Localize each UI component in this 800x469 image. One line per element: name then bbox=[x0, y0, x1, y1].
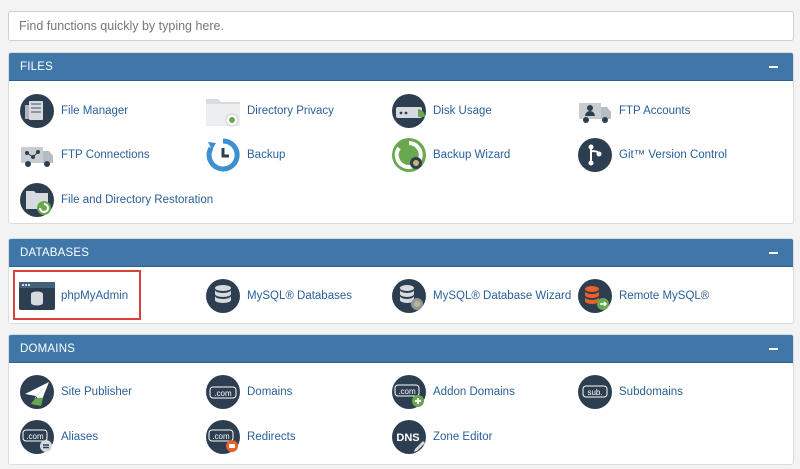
disk-usage-label: Disk Usage bbox=[433, 105, 492, 117]
search-bar bbox=[8, 11, 794, 41]
ftp-accounts-link[interactable]: FTP Accounts bbox=[577, 92, 690, 130]
directory-privacy-label: Directory Privacy bbox=[247, 105, 334, 117]
git-version-control-label: Git™ Version Control bbox=[619, 149, 728, 161]
com-text: .com bbox=[214, 389, 232, 398]
backup-icon bbox=[206, 138, 240, 172]
file-manager-link[interactable]: File Manager bbox=[19, 92, 128, 130]
com-text: .com bbox=[212, 432, 230, 441]
git-version-control-link[interactable]: Git™ Version Control bbox=[577, 136, 727, 174]
redirects-icon: .com bbox=[206, 420, 240, 454]
com-text: .com bbox=[26, 432, 44, 441]
phpmyadmin-label: phpMyAdmin bbox=[61, 290, 129, 302]
site-publisher-label: Site Publisher bbox=[61, 386, 132, 398]
file-restoration-link[interactable]: File and Directory Restoration bbox=[19, 181, 213, 219]
remote-mysql-label: Remote MySQL® bbox=[619, 290, 710, 302]
aliases-label: Aliases bbox=[61, 431, 99, 443]
com-text: .com bbox=[398, 387, 416, 396]
zone-editor-link[interactable]: DNS Zone Editor bbox=[391, 418, 492, 456]
zone-editor-label: Zone Editor bbox=[433, 431, 493, 443]
domains-collapse-button[interactable] bbox=[765, 341, 781, 357]
search-input[interactable] bbox=[8, 11, 794, 41]
minus-icon bbox=[768, 65, 778, 68]
addon-domains-label: Addon Domains bbox=[433, 386, 515, 398]
subdomains-link[interactable]: sub. Subdomains bbox=[577, 373, 683, 411]
backup-wizard-icon bbox=[392, 138, 426, 172]
files-collapse-button[interactable] bbox=[765, 59, 781, 75]
backup-link[interactable]: Backup bbox=[205, 136, 285, 174]
mysql-databases-icon bbox=[206, 279, 240, 313]
site-publisher-link[interactable]: Site Publisher bbox=[19, 373, 132, 411]
ftp-accounts-icon bbox=[579, 103, 611, 123]
zone-editor-icon: DNS bbox=[392, 420, 426, 454]
domains-title: DOMAINS bbox=[20, 342, 76, 355]
redirects-link[interactable]: .com Redirects bbox=[205, 418, 296, 456]
files-panel: FILES File Manager Directory Privacy Dis… bbox=[8, 52, 794, 224]
ftp-connections-icon bbox=[21, 147, 53, 167]
site-publisher-icon bbox=[20, 375, 54, 409]
ftp-accounts-label: FTP Accounts bbox=[619, 105, 691, 117]
files-header[interactable]: FILES bbox=[9, 53, 793, 81]
domains-icon: .com bbox=[206, 375, 240, 409]
redirects-label: Redirects bbox=[247, 431, 296, 443]
domains-header[interactable]: DOMAINS bbox=[9, 335, 793, 363]
domains-panel: DOMAINS Site Publisher .com Domains .com… bbox=[8, 334, 794, 465]
addon-domains-icon: .com bbox=[392, 375, 426, 409]
directory-privacy-icon bbox=[206, 99, 240, 127]
sub-text: sub. bbox=[587, 388, 602, 397]
remote-mysql-link[interactable]: Remote MySQL® bbox=[577, 277, 709, 315]
mysql-databases-label: MySQL® Databases bbox=[247, 290, 352, 302]
restoration-icon bbox=[20, 183, 54, 217]
minus-icon bbox=[768, 251, 778, 254]
backup-label: Backup bbox=[247, 149, 286, 161]
file-manager-icon bbox=[20, 94, 54, 128]
directory-privacy-link[interactable]: Directory Privacy bbox=[205, 92, 334, 130]
dns-text: DNS bbox=[396, 432, 419, 444]
phpmyadmin-icon bbox=[19, 282, 55, 310]
disk-usage-link[interactable]: Disk Usage bbox=[391, 92, 492, 130]
databases-header[interactable]: DATABASES bbox=[9, 239, 793, 267]
databases-title: DATABASES bbox=[20, 246, 90, 259]
domains-link[interactable]: .com Domains bbox=[205, 373, 292, 411]
mysql-databases-link[interactable]: MySQL® Databases bbox=[205, 277, 352, 315]
addon-domains-link[interactable]: .com Addon Domains bbox=[391, 373, 515, 411]
git-icon bbox=[578, 138, 612, 172]
disk-usage-icon bbox=[392, 94, 426, 128]
ftp-connections-label: FTP Connections bbox=[61, 149, 150, 161]
subdomains-label: Subdomains bbox=[619, 386, 683, 398]
minus-icon bbox=[768, 347, 778, 350]
mysql-wizard-icon bbox=[392, 279, 426, 313]
databases-panel: DATABASES phpMyAdmin MySQL® Databases My… bbox=[8, 238, 794, 324]
backup-wizard-label: Backup Wizard bbox=[433, 149, 511, 161]
aliases-link[interactable]: .com Aliases bbox=[19, 418, 98, 456]
files-title: FILES bbox=[20, 60, 53, 73]
file-restoration-label: File and Directory Restoration bbox=[61, 194, 214, 206]
aliases-icon: .com bbox=[20, 420, 54, 454]
ftp-connections-link[interactable]: FTP Connections bbox=[19, 136, 150, 174]
backup-wizard-link[interactable]: Backup Wizard bbox=[391, 136, 510, 174]
remote-mysql-icon bbox=[578, 279, 612, 313]
databases-collapse-button[interactable] bbox=[765, 245, 781, 261]
mysql-wizard-label: MySQL® Database Wizard bbox=[433, 290, 572, 302]
file-manager-label: File Manager bbox=[61, 105, 129, 117]
subdomains-icon: sub. bbox=[578, 375, 612, 409]
domains-label: Domains bbox=[247, 386, 293, 398]
mysql-wizard-link[interactable]: MySQL® Database Wizard bbox=[391, 277, 571, 315]
phpmyadmin-link[interactable]: phpMyAdmin bbox=[19, 277, 128, 315]
